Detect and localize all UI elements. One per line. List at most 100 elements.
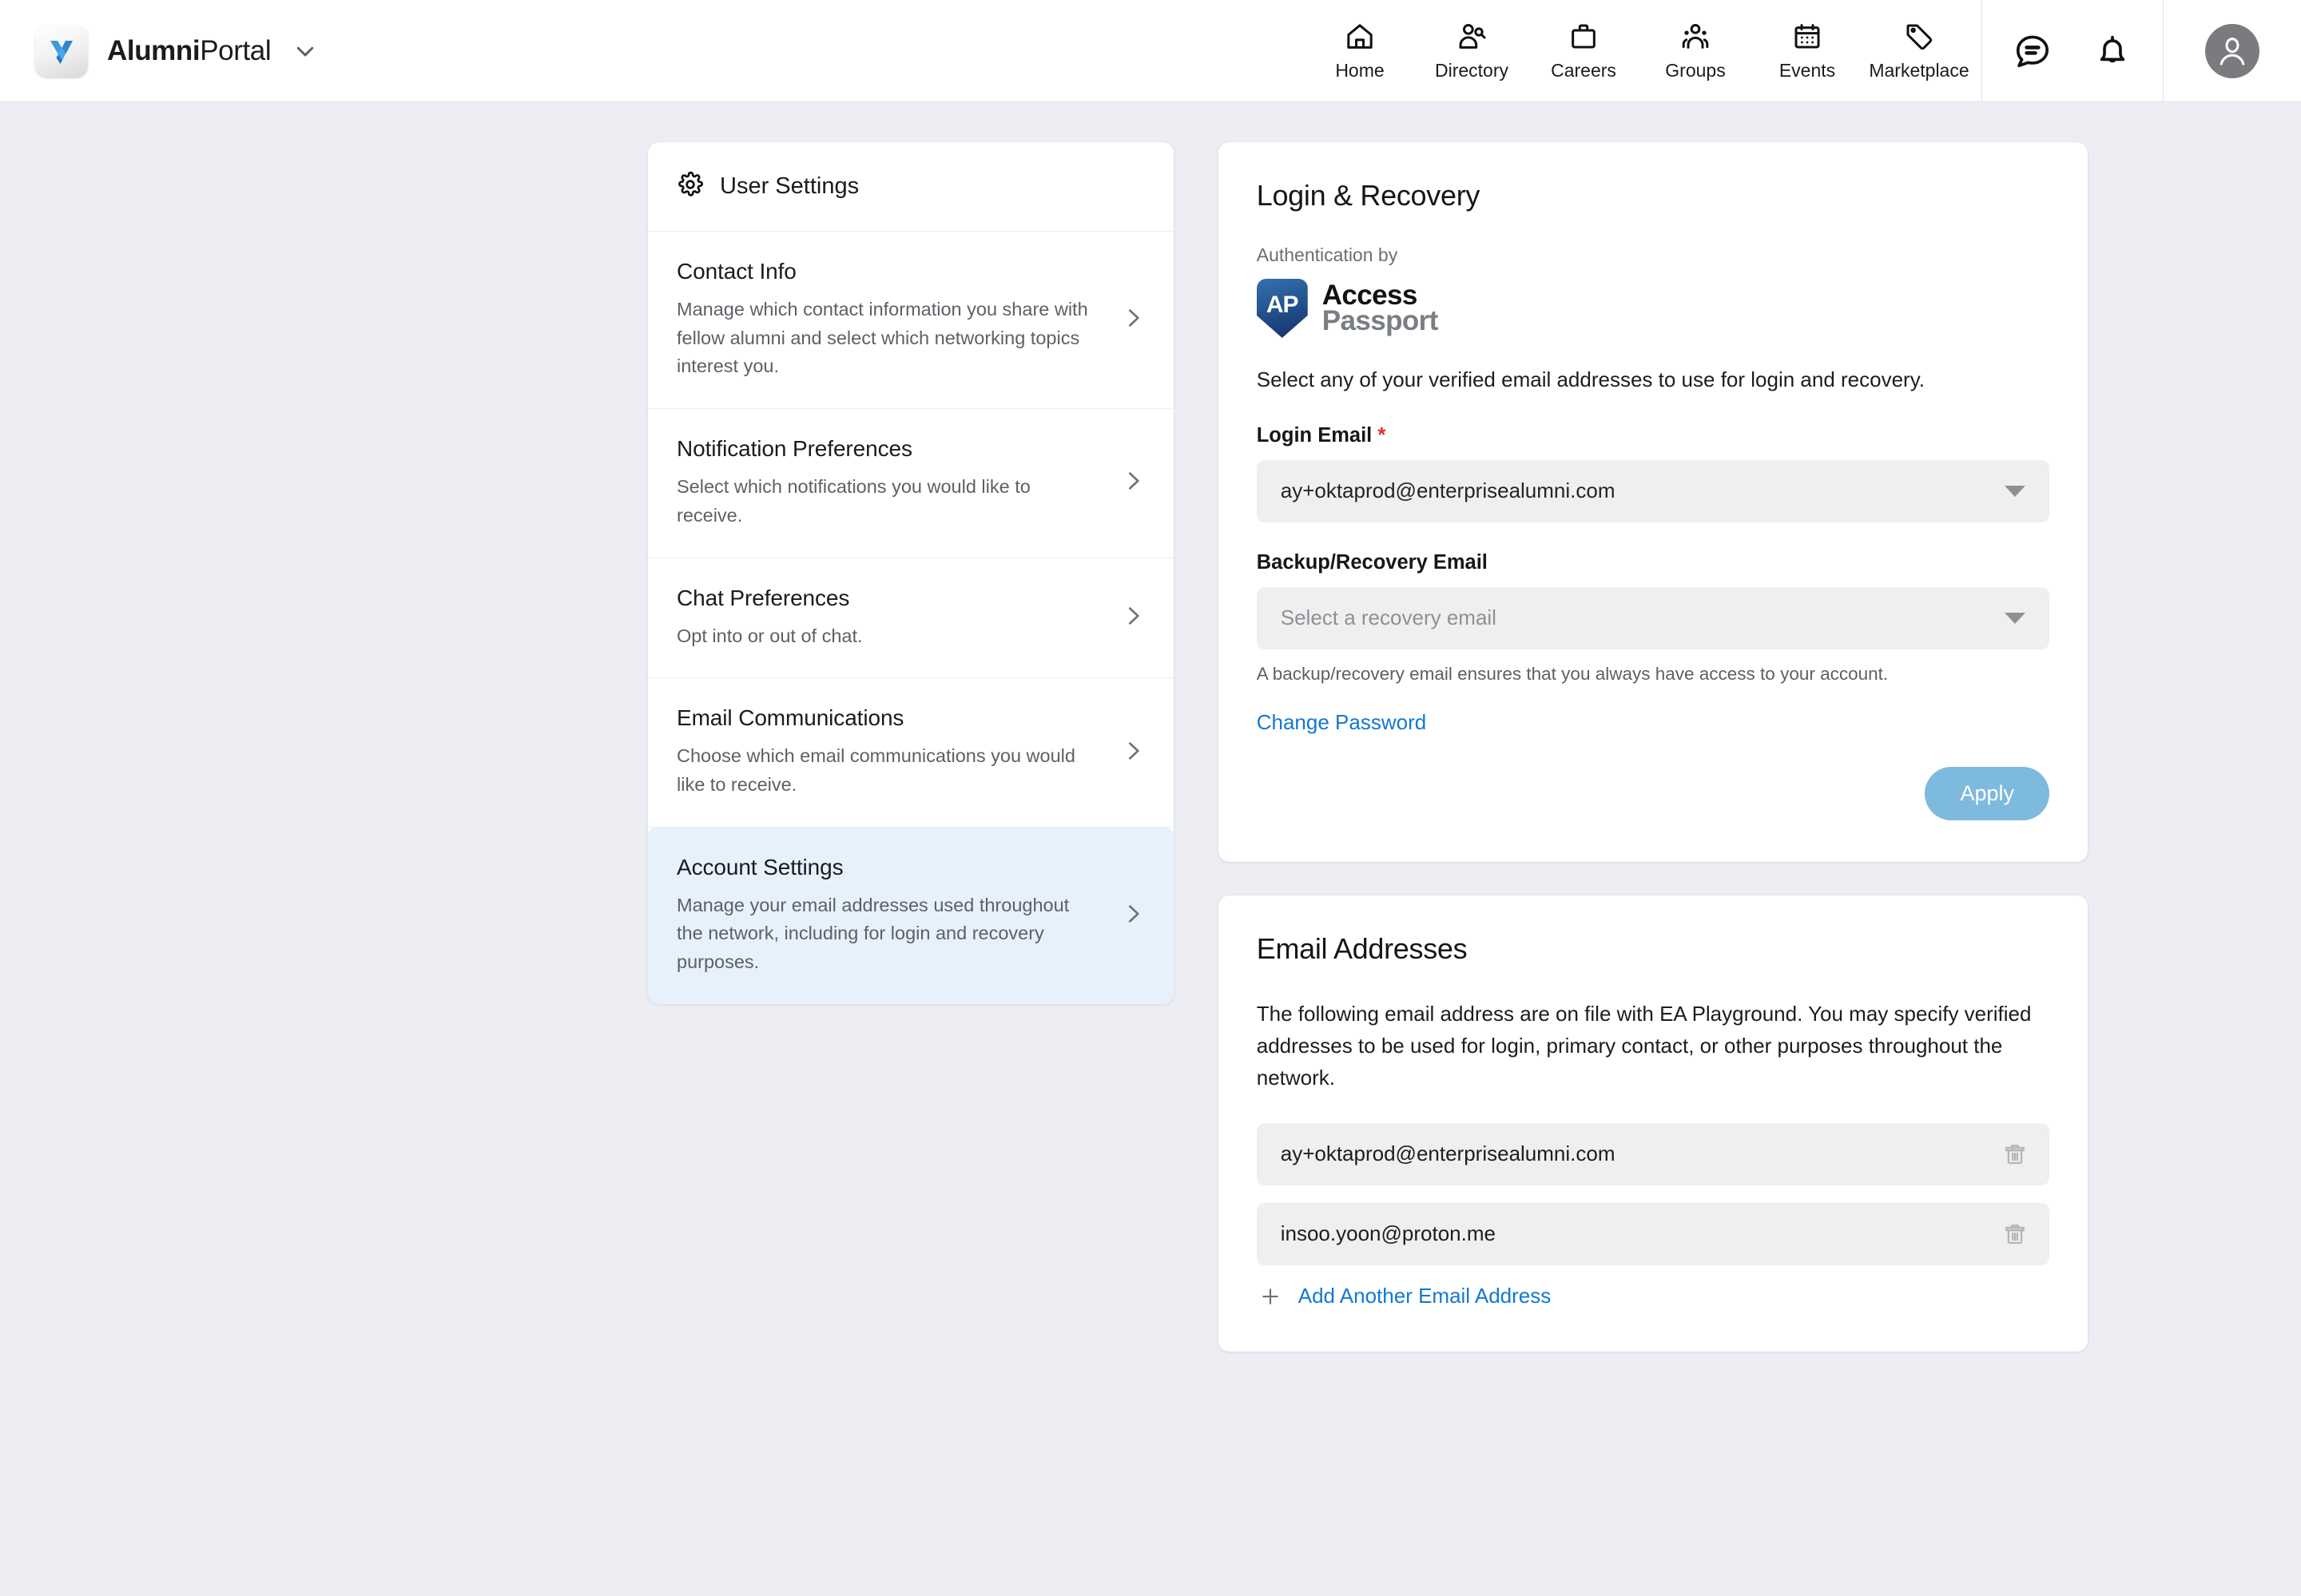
email-addresses-title: Email Addresses [1256, 931, 1468, 965]
change-password-link[interactable]: Change Password [1257, 710, 1426, 735]
sidebar-item-email-communications[interactable]: Email Communications Choose which email … [648, 678, 1174, 828]
top-navigation-bar: AlumniPortal Home Directory Careers Grou… [0, 0, 2301, 102]
add-another-email-button[interactable]: Add Another Email Address [1257, 1283, 2049, 1310]
sidebar-item-title: Contact Info [677, 259, 797, 284]
trash-icon[interactable] [2001, 1141, 2029, 1168]
sidebar-item-contact-info[interactable]: Contact Info Manage which contact inform… [648, 232, 1174, 410]
people-group-icon [1679, 20, 1711, 54]
sidebar-item-desc: Manage which contact information you sha… [677, 299, 1088, 377]
sidebar-item-text: Contact Info Manage which contact inform… [677, 259, 1099, 381]
sidebar-item-notification-preferences[interactable]: Notification Preferences Select which no… [648, 409, 1174, 558]
chevron-right-icon [1115, 739, 1145, 767]
email-address-value: ay+oktaprod@enterprisealumni.com [1280, 1141, 1615, 1166]
email-address-row: insoo.yoon@proton.me [1256, 1202, 2049, 1265]
content-columns: User Settings Contact Info Manage which … [648, 142, 2088, 1352]
access-passport-word-two: Passport [1321, 305, 1439, 336]
gear-icon [677, 171, 704, 202]
access-passport-wordmark: Access Passport [1321, 281, 1439, 336]
login-recovery-card: Login & Recovery Authentication by AP Ac… [1218, 142, 2088, 862]
nav-item-groups-label: Groups [1665, 60, 1726, 81]
access-passport-shield-icon: AP [1256, 279, 1308, 338]
nav-item-events[interactable]: Events [1751, 0, 1863, 102]
login-email-select[interactable]: ay+oktaprod@enterprisealumni.com [1256, 459, 2049, 522]
sidebar-item-title: Account Settings [677, 854, 844, 879]
bell-icon[interactable] [2089, 28, 2136, 74]
nav-item-careers-label: Careers [1551, 60, 1616, 81]
brand[interactable]: AlumniPortal [0, 0, 317, 101]
nav-action-buttons [1981, 0, 2164, 102]
backup-email-placeholder: Select a recovery email [1280, 605, 1496, 630]
backup-email-helper-text: A backup/recovery email ensures that you… [1256, 663, 1889, 684]
sidebar-item-title: Notification Preferences [677, 436, 912, 462]
home-icon [1344, 20, 1376, 54]
primary-nav-items: Home Directory Careers Groups Events Mar… [1304, 0, 1981, 101]
chevron-down-icon[interactable] [293, 39, 317, 63]
tag-icon [1903, 20, 1935, 54]
chevron-right-icon [1115, 604, 1145, 632]
sidebar-item-desc: Choose which email communications you wo… [677, 745, 1075, 796]
person-search-icon [1456, 20, 1488, 54]
briefcase-icon [1568, 20, 1600, 54]
sidebar-item-chat-preferences[interactable]: Chat Preferences Opt into or out of chat… [648, 558, 1174, 679]
page-body: User Settings Contact Info Manage which … [0, 102, 2301, 1352]
sidebar-item-text: Notification Preferences Select which no… [677, 436, 1099, 530]
brand-name-bold: Alumni [107, 34, 201, 66]
nav-item-marketplace[interactable]: Marketplace [1863, 0, 1975, 102]
nav-item-directory[interactable]: Directory [1416, 0, 1528, 102]
chevron-down-icon [2005, 485, 2025, 497]
nav-item-careers[interactable]: Careers [1528, 0, 1639, 102]
trash-icon[interactable] [2001, 1221, 2029, 1248]
brand-name: AlumniPortal [107, 34, 272, 67]
login-recovery-lead-text: Select any of your verified email addres… [1256, 367, 1925, 391]
email-address-row: ay+oktaprod@enterprisealumni.com [1256, 1122, 2049, 1185]
app-logo-icon [35, 24, 88, 77]
nav-item-home[interactable]: Home [1304, 0, 1416, 102]
sidebar-item-desc: Opt into or out of chat. [677, 625, 863, 646]
sidebar-item-desc: Manage your email addresses used through… [677, 894, 1070, 973]
chat-bubble-icon[interactable] [2009, 28, 2056, 74]
avatar [2205, 24, 2259, 78]
nav-item-directory-label: Directory [1434, 60, 1508, 81]
field-spacer [1257, 522, 2049, 551]
calendar-icon [1791, 20, 1823, 54]
backup-email-select[interactable]: Select a recovery email [1256, 586, 2049, 649]
email-addresses-description: The following email address are on file … [1256, 1001, 2032, 1090]
backup-email-label: Backup/Recovery Email [1256, 550, 1488, 574]
login-recovery-title: Login & Recovery [1256, 179, 1480, 212]
nav-item-groups[interactable]: Groups [1639, 0, 1751, 102]
sidebar-item-text: Email Communications Choose which email … [677, 705, 1099, 799]
chevron-right-icon [1115, 902, 1145, 930]
access-passport-badge-text: AP [1266, 292, 1299, 318]
login-email-label-text: Login Email [1256, 423, 1373, 447]
required-asterisk: * [1377, 423, 1386, 447]
login-recovery-actions: Apply [1257, 766, 2049, 820]
nav-item-home-label: Home [1335, 60, 1385, 81]
apply-button[interactable]: Apply [1925, 766, 2049, 820]
chevron-right-icon [1115, 306, 1145, 334]
email-address-value: insoo.yoon@proton.me [1280, 1221, 1496, 1246]
sidebar-item-account-settings[interactable]: Account Settings Manage your email addre… [648, 827, 1174, 1004]
authentication-by-label: Authentication by [1256, 244, 1398, 265]
user-avatar-button[interactable] [2164, 0, 2301, 102]
email-addresses-card: Email Addresses The following email addr… [1218, 895, 2088, 1352]
settings-sidebar: User Settings Contact Info Manage which … [648, 142, 1174, 1004]
chevron-right-icon [1115, 469, 1145, 497]
plus-icon [1257, 1283, 1284, 1310]
nav-item-events-label: Events [1778, 60, 1836, 81]
sidebar-title: User Settings [720, 173, 860, 199]
brand-name-light: Portal [200, 34, 272, 66]
sidebar-item-desc: Select which notifications you would lik… [677, 476, 1031, 526]
access-passport-logo: AP Access Passport [1256, 279, 2049, 338]
sidebar-header: User Settings [648, 142, 1174, 232]
chevron-down-icon [2005, 612, 2025, 624]
nav-item-marketplace-label: Marketplace [1869, 60, 1969, 81]
add-another-email-label: Add Another Email Address [1298, 1284, 1552, 1308]
sidebar-item-text: Account Settings Manage your email addre… [677, 855, 1099, 977]
login-email-label: Login Email * [1257, 424, 2049, 447]
sidebar-item-text: Chat Preferences Opt into or out of chat… [677, 586, 1099, 651]
login-email-value: ay+oktaprod@enterprisealumni.com [1280, 478, 1615, 503]
settings-main-column: Login & Recovery Authentication by AP Ac… [1218, 142, 2088, 1352]
sidebar-item-title: Chat Preferences [677, 585, 850, 610]
sidebar-item-title: Email Communications [677, 705, 904, 731]
